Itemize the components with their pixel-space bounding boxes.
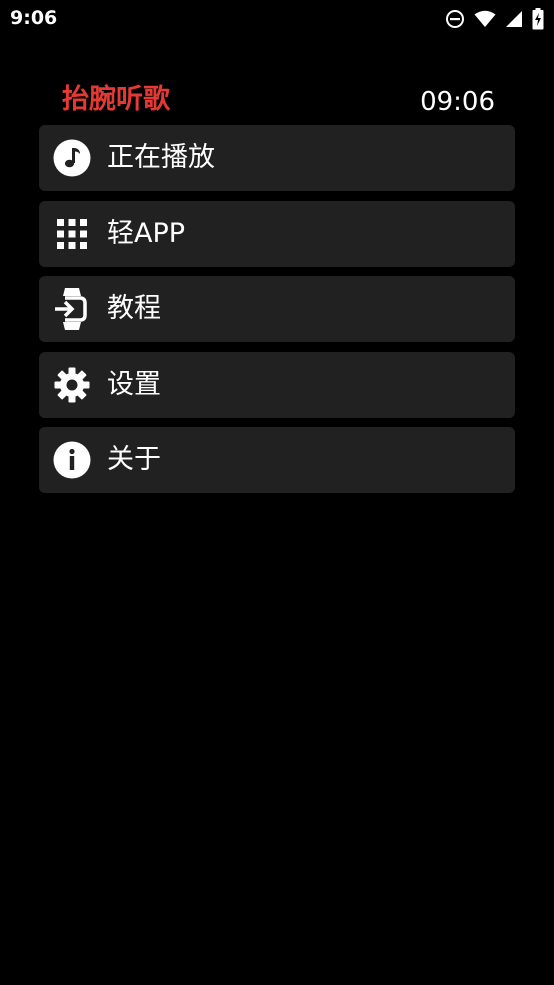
menu-item-light-app[interactable]: 轻APP <box>39 200 515 267</box>
wifi-icon <box>474 10 496 28</box>
status-icons <box>445 8 544 30</box>
apps-grid-icon <box>53 215 91 253</box>
gear-icon <box>53 366 91 404</box>
menu-item-label: 设置 <box>107 368 161 400</box>
menu-item-label: 轻APP <box>107 217 186 249</box>
menu-item-label: 教程 <box>107 293 161 324</box>
menu-item-label: 正在播放 <box>107 142 215 173</box>
status-time: 9:06 <box>10 7 58 29</box>
cell-signal-icon <box>505 10 523 28</box>
info-icon <box>53 441 91 479</box>
menu-item-now-playing[interactable]: 正在播放 <box>39 125 515 191</box>
status-bar: 9:06 <box>0 0 554 38</box>
do-not-disturb-icon <box>445 9 465 29</box>
menu-item-label: 关于 <box>107 444 161 475</box>
clock: 09:06 <box>420 87 495 117</box>
main-menu: 正在播放 轻APP 教程 设置 关于 <box>39 125 515 503</box>
battery-charging-icon <box>532 8 544 30</box>
menu-item-tutorial[interactable]: 教程 <box>39 276 515 342</box>
menu-item-settings[interactable]: 设置 <box>39 351 515 418</box>
watch-login-icon <box>53 288 91 330</box>
music-note-icon <box>53 139 91 177</box>
menu-item-about[interactable]: 关于 <box>39 427 515 493</box>
app-title: 抬腕听歌 <box>62 84 170 115</box>
